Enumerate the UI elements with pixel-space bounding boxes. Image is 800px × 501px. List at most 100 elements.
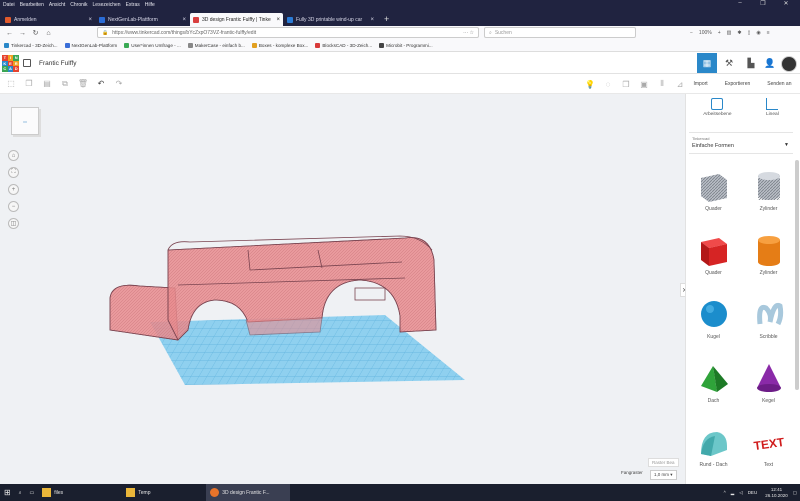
page-actions-icon[interactable]: ··· ☆ xyxy=(463,30,474,36)
shape-round-roof[interactable]: Rund - Dach xyxy=(686,424,741,476)
duplicate-icon[interactable]: ⧉ xyxy=(58,77,72,91)
menu-bookmarks[interactable]: Lesezeichen xyxy=(93,2,121,8)
menu-view[interactable]: Ansicht xyxy=(49,2,65,8)
light-icon[interactable]: 💡 xyxy=(583,77,597,91)
zoom-minus-icon[interactable]: − xyxy=(690,30,693,36)
taskbar-firefox[interactable]: 3D design Frantic F... xyxy=(206,484,291,501)
bookmark-boxes[interactable]: Boxes - komplexe Box... xyxy=(251,43,308,48)
avatar[interactable] xyxy=(781,56,797,72)
tab-nextgenlab[interactable]: NextGenLab-Plattform × xyxy=(96,13,189,26)
shape-cylinder-orange[interactable]: Zylinder xyxy=(741,232,796,284)
model-canvas[interactable] xyxy=(0,94,685,484)
url-bar[interactable]: 🔒 https://www.tinkercad.com/things/bYcZx… xyxy=(97,27,479,38)
minimize-icon[interactable]: – xyxy=(731,0,749,10)
blocks-icon[interactable]: ⚒ xyxy=(719,53,739,73)
align-icon[interactable]: ⫴ xyxy=(655,77,669,91)
bookmark-blockscad[interactable]: BlocksCAD - 3D-Zeich... xyxy=(315,43,372,48)
paste-icon[interactable]: ▤ xyxy=(40,77,54,91)
taskbar-search-icon[interactable]: ⌕ xyxy=(15,484,26,501)
menu-help[interactable]: Hilfe xyxy=(145,2,155,8)
taskbar-temp[interactable]: Temp xyxy=(122,484,206,501)
volume-icon[interactable]: ◁ xyxy=(739,490,742,496)
zoom-plus-icon[interactable]: + xyxy=(718,30,721,36)
bookmark-nextgenlab[interactable]: NextGenLab-Plattform xyxy=(64,43,117,48)
panel-scrollbar[interactable] xyxy=(795,160,799,390)
zoom-out-icon[interactable]: − xyxy=(8,201,19,212)
shape-cone[interactable]: Kegel xyxy=(741,360,796,412)
workplane[interactable]: ▭ ⌂ ⛶ + − ◫ xyxy=(0,94,685,484)
export-button[interactable]: Exportieren xyxy=(725,81,751,87)
ungroup-icon[interactable]: ▣ xyxy=(637,77,651,91)
bookmark-umfrage[interactable]: User*innen Umfrage - ... xyxy=(124,43,181,48)
nav-right-tools: − 100% + ▥ ✱ ▯ ◉ ≡ xyxy=(690,26,776,40)
fit-view-icon[interactable]: ⛶ xyxy=(8,167,19,178)
extension-icon[interactable]: ✱ xyxy=(737,30,741,36)
close-tab-icon[interactable]: × xyxy=(370,17,374,23)
start-button[interactable]: ⊞ xyxy=(0,484,15,501)
reload-icon[interactable]: ↻ xyxy=(30,28,41,39)
network-icon[interactable]: ▂ xyxy=(731,490,734,496)
ruler-tool[interactable]: Lineal xyxy=(766,98,779,117)
undo-icon[interactable]: ↶ xyxy=(94,77,108,91)
shape-scribble[interactable]: Scribble xyxy=(741,296,796,348)
account-icon[interactable]: ◉ xyxy=(756,30,760,36)
tab-anmelden[interactable]: Anmelden × xyxy=(2,13,95,26)
3d-view-icon[interactable]: ▦ xyxy=(697,53,717,73)
shape-cylinder-gray[interactable]: Zylinder xyxy=(741,168,796,220)
shape-text[interactable]: TEXT Text xyxy=(741,424,796,476)
tab-wind-up-car[interactable]: Fully 3D printable wind-up car × xyxy=(284,13,377,26)
bookmark-makercase[interactable]: MakerCase - einfach b... xyxy=(187,43,245,48)
zoom-in-icon[interactable]: + xyxy=(8,184,19,195)
close-tab-icon[interactable]: × xyxy=(276,17,280,23)
bookmark-tinkercad[interactable]: Tinkercad - 3D-Zeich... xyxy=(4,43,58,48)
tray-arrow-icon[interactable]: ^ xyxy=(724,490,726,495)
add-user-icon[interactable]: 👤 xyxy=(764,58,775,69)
taskbar-files[interactable]: files xyxy=(38,484,122,501)
shape-box-gray[interactable]: Quader xyxy=(686,168,741,220)
bookmark-microbit[interactable]: Microbit - Programmi... xyxy=(379,43,433,48)
menu-history[interactable]: Chronik xyxy=(70,2,87,8)
new-tab-icon[interactable]: + xyxy=(378,13,395,26)
task-view-icon[interactable]: ▭ xyxy=(26,484,39,501)
snap-grid-select[interactable]: 1,0 mm ▾ xyxy=(650,470,677,480)
shape-sphere[interactable]: Kugel xyxy=(686,296,741,348)
redo-icon[interactable]: ↷ xyxy=(112,77,126,91)
sidebar-icon[interactable]: ▯ xyxy=(748,30,751,36)
tab-tinkercad-design[interactable]: 3D design Frantic Fulffy | Tinke × xyxy=(190,13,283,26)
menu-tools[interactable]: Extras xyxy=(126,2,140,8)
menu-icon[interactable]: ≡ xyxy=(767,30,770,36)
clock[interactable]: 12:41 26.10.2020 xyxy=(765,487,788,499)
send-to-button[interactable]: Senden an xyxy=(767,81,791,87)
close-tab-icon[interactable]: × xyxy=(182,17,186,23)
close-tab-icon[interactable]: × xyxy=(88,17,92,23)
search-input[interactable]: ⌕ Suchen xyxy=(484,27,636,38)
menu-file[interactable]: Datei xyxy=(3,2,15,8)
workplane-tool[interactable]: Arbeitsebene xyxy=(703,98,732,117)
note-icon[interactable]: ◌ xyxy=(601,77,615,91)
language-indicator[interactable]: DEU xyxy=(748,490,758,495)
home-view-icon[interactable]: ⌂ xyxy=(8,150,19,161)
forward-icon[interactable]: → xyxy=(17,28,28,39)
project-name[interactable]: Frantic Fulffy xyxy=(39,60,76,67)
home-icon[interactable]: ⌂ xyxy=(43,28,54,39)
new-shape-icon[interactable]: ⬚ xyxy=(4,77,18,91)
import-button[interactable]: Import xyxy=(694,81,708,87)
delete-icon[interactable]: 🗑 xyxy=(76,77,90,91)
shape-library-select[interactable]: Tinkercad Einfache Formen ▼ xyxy=(689,132,793,154)
ortho-view-icon[interactable]: ◫ xyxy=(8,218,19,229)
maximize-icon[interactable]: ❐ xyxy=(754,0,772,10)
notifications-icon[interactable]: ▢ xyxy=(793,490,797,496)
library-icon[interactable]: ▥ xyxy=(727,30,732,36)
shape-box-red[interactable]: Quader xyxy=(686,232,741,284)
project-grid-icon[interactable] xyxy=(23,59,31,67)
shape-roof[interactable]: Dach xyxy=(686,360,741,412)
edit-grid-button[interactable]: Raster Bea xyxy=(648,458,679,467)
group-icon[interactable]: ❒ xyxy=(619,77,633,91)
view-cube[interactable]: ▭ xyxy=(11,107,41,137)
copy-icon[interactable]: ❐ xyxy=(22,77,36,91)
bricks-icon[interactable]: ▙ xyxy=(741,53,761,73)
menu-edit[interactable]: Bearbeiten xyxy=(20,2,44,8)
tinkercad-logo[interactable]: TIN KER CAD xyxy=(2,55,19,72)
close-icon[interactable]: ✕ xyxy=(777,0,795,10)
back-icon[interactable]: ← xyxy=(4,28,15,39)
